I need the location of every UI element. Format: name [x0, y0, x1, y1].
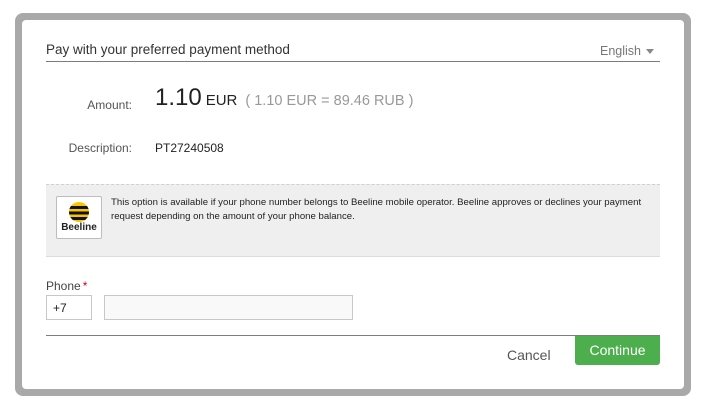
- continue-button[interactable]: Continue: [575, 336, 660, 365]
- payment-method-info: Beeline This option is available if your…: [46, 184, 660, 257]
- payment-method-description: This option is available if your phone n…: [111, 197, 642, 222]
- description-value: PT27240508: [155, 141, 224, 155]
- cancel-button[interactable]: Cancel: [507, 341, 551, 369]
- phone-number-input[interactable]: [104, 295, 353, 320]
- amount-display: 1.10 EUR ( 1.10 EUR = 89.46 RUB ): [155, 84, 413, 112]
- beeline-logo: Beeline: [56, 196, 102, 239]
- language-selector[interactable]: English: [600, 44, 654, 58]
- footer-divider: [46, 335, 660, 336]
- dialog-header: Pay with your preferred payment method E…: [46, 41, 660, 62]
- required-mark: *: [82, 279, 88, 293]
- payment-dialog: Pay with your preferred payment method E…: [22, 20, 684, 389]
- beeline-logo-icon: [69, 202, 89, 222]
- description-label: Description:: [68, 141, 132, 155]
- chevron-down-icon: [646, 49, 654, 55]
- phone-country-code[interactable]: +7: [46, 295, 92, 320]
- language-label: English: [600, 44, 641, 58]
- amount-value: 1.10: [155, 84, 202, 111]
- phone-label: Phone *: [46, 279, 87, 293]
- phone-label-text: Phone: [46, 279, 81, 293]
- dialog-title: Pay with your preferred payment method: [46, 42, 290, 57]
- beeline-logo-text: Beeline: [61, 222, 97, 233]
- amount-conversion: ( 1.10 EUR = 89.46 RUB ): [245, 93, 414, 109]
- amount-currency: EUR: [205, 92, 238, 109]
- amount-label: Amount:: [87, 98, 132, 112]
